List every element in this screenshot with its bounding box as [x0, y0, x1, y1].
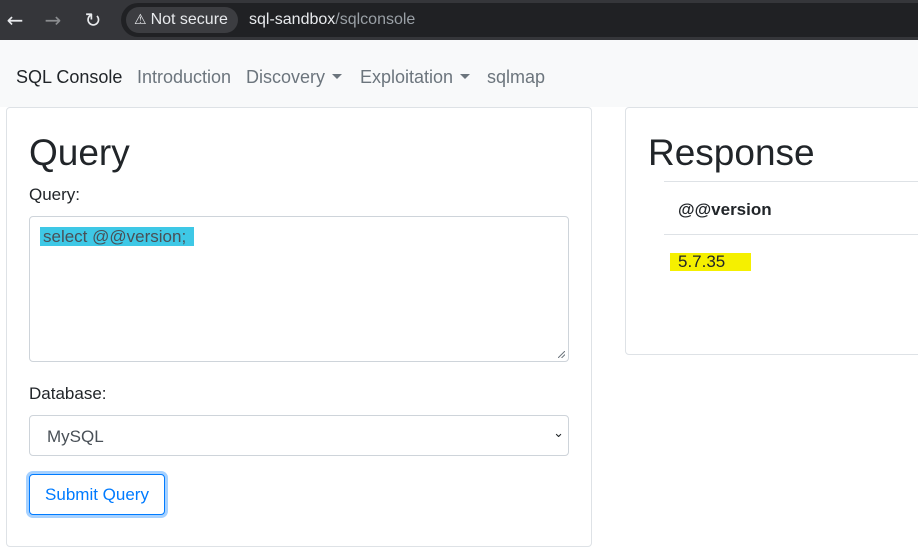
- database-select[interactable]: MySQL ⌄: [29, 415, 569, 456]
- nav-item-sqlmap[interactable]: sqlmap: [487, 67, 545, 88]
- table-divider: [664, 181, 918, 182]
- table-cell: 5.7.35: [670, 253, 752, 271]
- submit-query-button[interactable]: Submit Query: [29, 474, 165, 515]
- reload-icon[interactable]: ↻: [81, 8, 105, 32]
- nav-item-label: Introduction: [137, 67, 232, 87]
- response-card-title: Response: [648, 132, 815, 173]
- url-path: /sqlconsole: [335, 11, 416, 28]
- nav-item-discovery[interactable]: Discovery: [246, 67, 343, 88]
- nav-item-introduction[interactable]: Introduction: [137, 67, 231, 88]
- back-arrow-icon[interactable]: ←: [3, 8, 27, 32]
- query-card-title: Query: [29, 132, 130, 173]
- navbar-brand[interactable]: SQL Console: [16, 67, 122, 88]
- chevron-down-icon: ⌄: [553, 426, 564, 441]
- database-label: Database:: [29, 384, 107, 403]
- nav-item-label: Discovery: [246, 67, 326, 87]
- database-selected-value: MySQL: [47, 427, 104, 446]
- forward-arrow-icon[interactable]: →: [41, 8, 65, 32]
- query-text: select @@version;: [40, 227, 195, 246]
- nav-item-label: Exploitation: [360, 67, 454, 87]
- query-card: Query Query: select @@version; Database:…: [6, 107, 592, 547]
- query-textarea[interactable]: select @@version;: [29, 216, 569, 362]
- url-text[interactable]: sql-sandbox/sqlconsole: [249, 3, 415, 37]
- security-chip[interactable]: ⚠ Not secure: [126, 7, 238, 33]
- nav-item-exploitation[interactable]: Exploitation: [360, 67, 471, 88]
- top-navbar: SQL Console Introduction Discovery Explo…: [0, 40, 918, 107]
- security-label: Not secure: [150, 11, 228, 28]
- caret-down-icon: [332, 74, 343, 79]
- table-header-cell: @@version: [678, 200, 772, 219]
- table-divider: [664, 234, 918, 235]
- resize-grip-icon[interactable]: [558, 351, 565, 358]
- caret-down-icon: [460, 74, 471, 79]
- response-card: Response @@version 5.7.35: [625, 107, 918, 355]
- nav-item-label: sqlmap: [487, 67, 546, 87]
- warning-icon: ⚠: [134, 12, 147, 28]
- browser-toolbar: ← → ↻ ⚠ Not secure sql-sandbox/sqlconsole: [0, 0, 918, 40]
- address-bar[interactable]: ⚠ Not secure sql-sandbox/sqlconsole: [121, 3, 918, 37]
- url-host: sql-sandbox: [249, 11, 336, 28]
- query-label: Query:: [29, 185, 81, 204]
